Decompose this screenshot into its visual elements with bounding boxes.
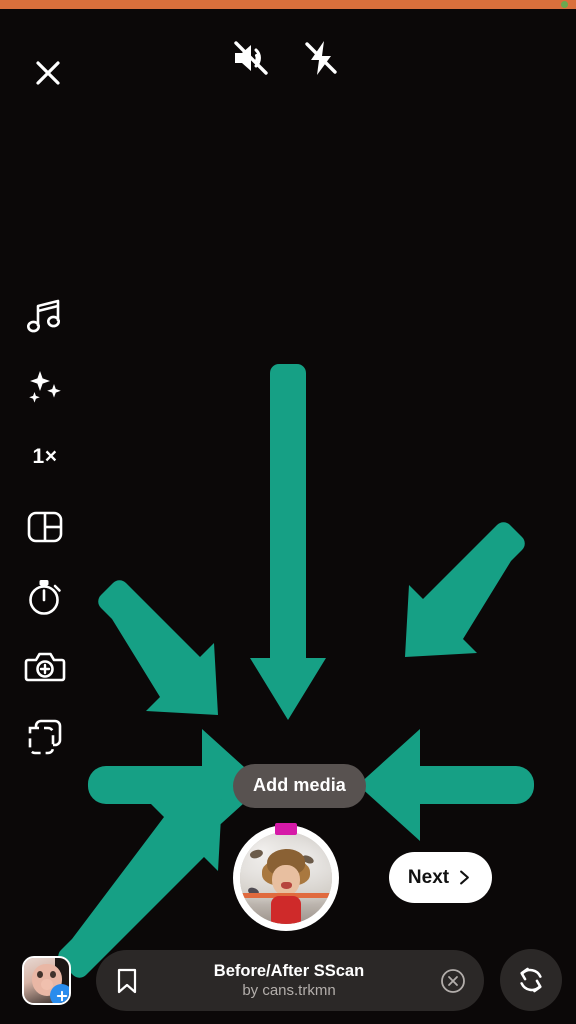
bottom-bar: Before/After SScan by cans.trkmn — [0, 940, 576, 1024]
timer-icon — [29, 580, 61, 615]
status-bar — [0, 0, 576, 9]
top-icon-group — [230, 37, 342, 79]
shutter-button[interactable] — [233, 823, 339, 931]
next-button[interactable]: Next — [389, 852, 492, 903]
music-icon — [27, 299, 60, 333]
bookmark-icon[interactable] — [116, 968, 138, 994]
recording-indicator-dot — [561, 1, 568, 8]
flash-off-button[interactable] — [300, 37, 342, 79]
plus-icon — [56, 990, 67, 1001]
audio-track-author: by cans.trkmn — [242, 981, 336, 999]
shutter-progress-tick — [275, 823, 297, 835]
effects-icon — [29, 371, 61, 403]
tool-effects-button[interactable] — [22, 364, 68, 410]
sound-off-button[interactable] — [230, 37, 272, 79]
add-photo-icon — [24, 652, 66, 682]
tool-timer-button[interactable] — [22, 574, 68, 620]
arrow-diagonal-upper-right — [405, 522, 525, 657]
tool-layout-button[interactable] — [22, 504, 68, 550]
tool-add-photo-button[interactable] — [22, 644, 68, 690]
layout-icon — [27, 511, 63, 543]
shutter-preview-thumbnail — [240, 832, 332, 924]
close-circle-icon[interactable] — [440, 968, 466, 994]
close-icon — [36, 61, 60, 85]
audio-track-pill[interactable]: Before/After SScan by cans.trkmn — [96, 950, 484, 1011]
templates-icon — [28, 719, 62, 755]
add-media-button[interactable]: Add media — [233, 764, 366, 808]
camera-viewport[interactable]: 1× Add media Next — [0, 9, 576, 1024]
audio-track-title: Before/After SScan — [213, 961, 365, 980]
tool-music-button[interactable] — [22, 294, 68, 340]
sound-off-icon — [234, 41, 268, 75]
chevron-right-icon — [460, 870, 470, 885]
next-button-label: Next — [407, 866, 450, 888]
arrow-diagonal-upper-left — [98, 580, 218, 715]
flip-camera-button[interactable] — [500, 949, 562, 1011]
tool-templates-button[interactable] — [22, 714, 68, 760]
camera-flip-icon — [520, 967, 542, 993]
close-button[interactable] — [28, 53, 68, 93]
arrow-down-top — [250, 364, 326, 720]
tool-rail: 1× — [22, 294, 68, 760]
arrow-left-right-side — [358, 729, 535, 841]
tool-zoom-button[interactable]: 1× — [22, 434, 68, 480]
camera-screen: 1× Add media Next Before/After SScan by … — [0, 0, 576, 1024]
flash-off-icon — [305, 41, 337, 75]
gallery-add-badge[interactable] — [50, 984, 69, 1003]
audio-track-text: Before/After SScan by cans.trkmn — [138, 962, 440, 999]
zoom-level-label: 1× — [32, 445, 58, 468]
gallery-button[interactable] — [22, 956, 71, 1005]
